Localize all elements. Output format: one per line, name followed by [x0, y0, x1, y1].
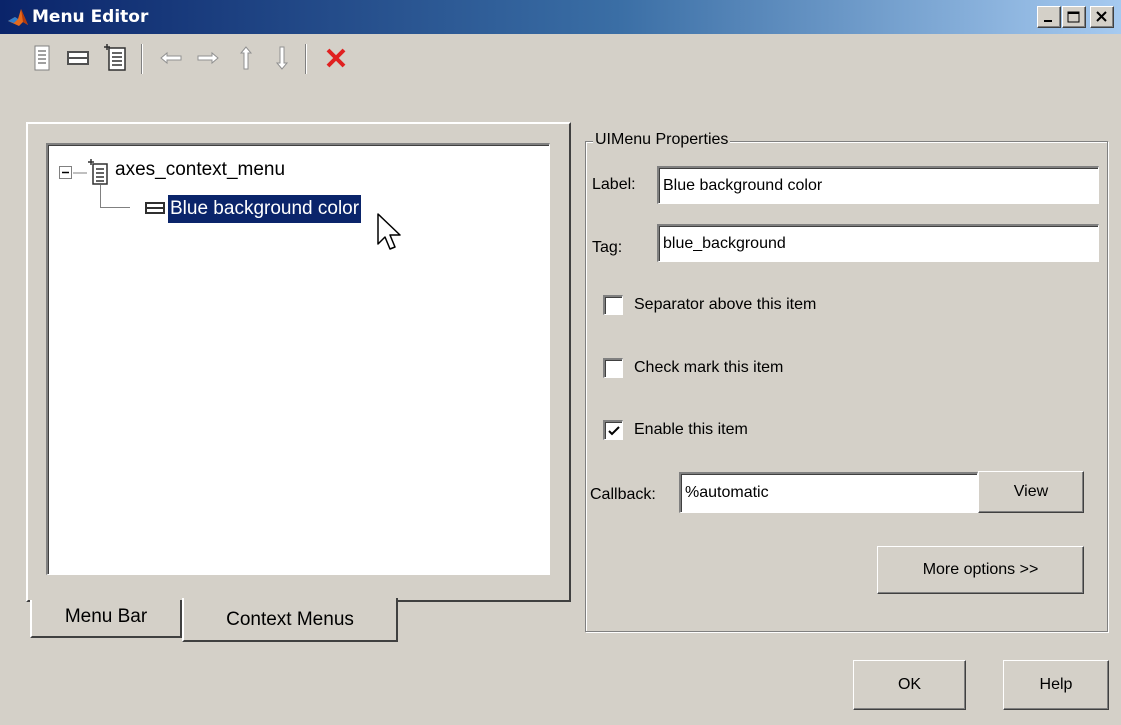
tree-item-root[interactable]: axes_context_menu — [115, 159, 285, 185]
minimize-icon — [1044, 20, 1052, 22]
move-up-icon — [239, 46, 253, 70]
tab-context-menus[interactable]: Context Menus — [182, 598, 398, 642]
move-left-button[interactable] — [155, 42, 187, 74]
view-button[interactable]: View — [978, 471, 1084, 513]
tree-item-selected[interactable]: Blue background color — [168, 195, 362, 223]
toolbar — [0, 34, 1121, 82]
context-menu-icon — [88, 159, 108, 185]
collapse-icon[interactable] — [59, 166, 73, 180]
move-down-button[interactable] — [266, 42, 298, 74]
callback-field[interactable] — [679, 472, 978, 513]
mouse-cursor-icon — [377, 213, 401, 250]
checkmark-label: Check mark this item — [634, 359, 784, 376]
move-right-button[interactable] — [192, 42, 224, 74]
delete-icon — [326, 48, 346, 68]
new-menu-icon — [34, 45, 50, 71]
checkmark-checkbox[interactable] — [603, 358, 623, 378]
toolbar-separator — [305, 44, 307, 74]
maximize-button[interactable] — [1062, 6, 1086, 28]
move-left-icon — [160, 51, 182, 65]
more-options-button[interactable]: More options >> — [877, 546, 1084, 594]
label-caption: Label: — [592, 176, 636, 193]
separator-label: Separator above this item — [634, 296, 817, 313]
title-bar: Menu Editor — [0, 0, 1121, 34]
enable-label: Enable this item — [634, 421, 748, 438]
new-context-menu-icon — [104, 44, 126, 71]
move-right-icon — [197, 51, 219, 65]
tag-field[interactable] — [657, 224, 1099, 262]
new-menu-item-icon — [67, 51, 89, 65]
move-down-icon — [275, 46, 289, 70]
minimize-button[interactable] — [1037, 6, 1061, 28]
menu-tree[interactable]: axes_context_menu Blue background color — [46, 143, 550, 575]
label-field[interactable] — [657, 166, 1099, 204]
move-up-button[interactable] — [230, 42, 262, 74]
close-button[interactable] — [1090, 6, 1114, 28]
toolbar-separator — [141, 44, 143, 74]
new-context-menu-button[interactable] — [100, 42, 132, 74]
group-title: UIMenu Properties — [593, 131, 731, 149]
help-button[interactable]: Help — [1003, 660, 1109, 710]
tab-menu-bar[interactable]: Menu Bar — [30, 600, 182, 638]
tree-line — [73, 172, 87, 174]
window-title: Menu Editor — [32, 7, 149, 27]
maximize-icon — [1067, 11, 1080, 23]
new-menu-button[interactable] — [26, 42, 58, 74]
tag-caption: Tag: — [592, 239, 623, 256]
ok-button[interactable]: OK — [853, 660, 966, 710]
tree-line — [100, 185, 130, 208]
new-menu-item-button[interactable] — [62, 42, 94, 74]
separator-checkbox[interactable] — [603, 295, 623, 315]
enable-checkbox[interactable] — [603, 420, 623, 440]
close-icon — [1096, 11, 1107, 22]
delete-button[interactable] — [320, 42, 352, 74]
menu-item-icon — [145, 202, 165, 214]
checkmark-icon — [608, 426, 620, 436]
callback-caption: Callback: — [590, 486, 656, 503]
matlab-logo-icon — [8, 9, 28, 26]
